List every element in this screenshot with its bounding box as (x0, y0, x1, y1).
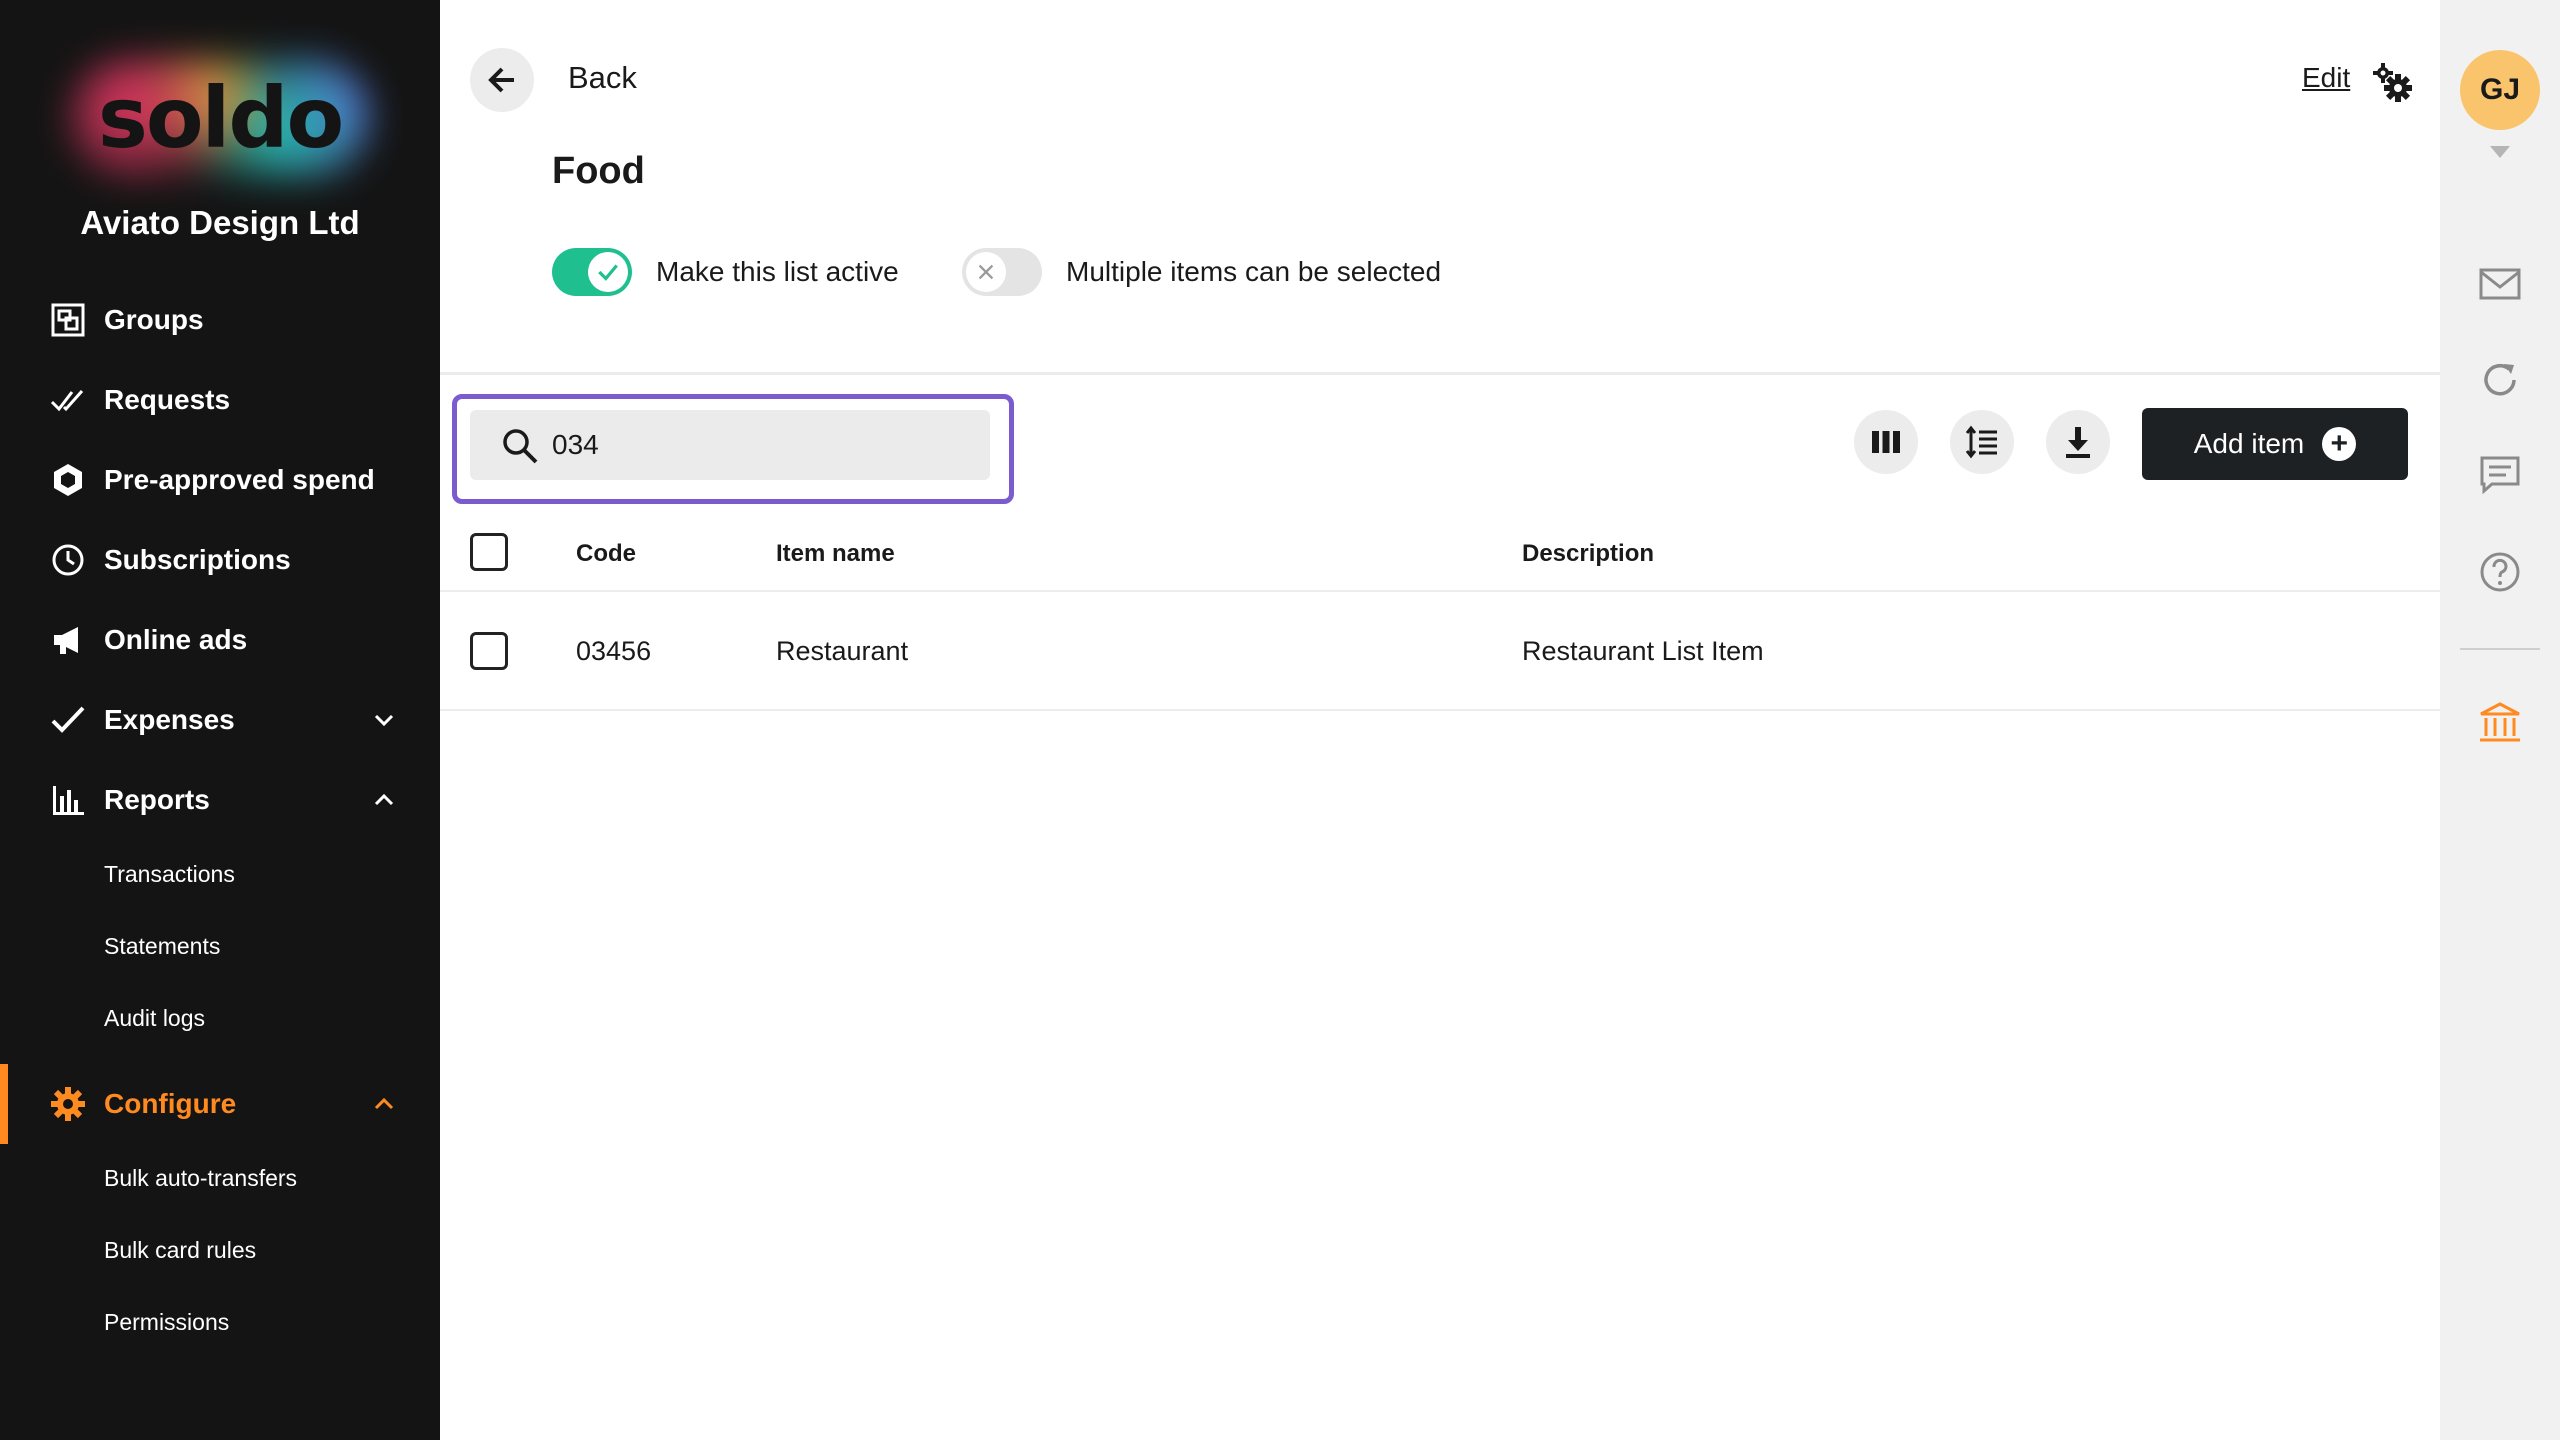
hexagon-icon (48, 460, 88, 500)
cell-description: Restaurant List Item (1522, 636, 1764, 666)
search-input[interactable] (552, 420, 972, 470)
line-spacing-icon (1965, 425, 1997, 459)
check-icon (48, 700, 88, 740)
column-header-item-name[interactable]: Item name (776, 540, 895, 568)
soldo-logo[interactable]: soldo (70, 58, 370, 178)
chevron-down-icon[interactable] (370, 706, 398, 734)
column-header-description[interactable]: Description (1522, 540, 1654, 568)
sidebar-subitem-bulk-auto-transfers[interactable]: Bulk auto-transfers (104, 1158, 297, 1198)
row-divider (440, 709, 2440, 711)
close-icon (978, 264, 994, 280)
gears-icon[interactable] (2370, 60, 2414, 104)
sidebar-subitem-statements[interactable]: Statements (104, 926, 220, 966)
clock-icon (48, 540, 88, 580)
sidebar-item-label: Configure (104, 1088, 237, 1119)
add-item-label: Add item (2193, 428, 2305, 459)
arrow-left-icon (488, 67, 514, 93)
company-name: Aviato Design Ltd (80, 204, 360, 241)
bar-chart-icon (48, 780, 88, 820)
chevron-up-icon[interactable] (370, 786, 398, 814)
sidebar-item-label: Requests (104, 384, 231, 415)
multiple-items-label: Multiple items can be selected (1066, 256, 1442, 287)
main-content: Back Edit Food Make this list active Mul… (440, 0, 2440, 1440)
header-divider (440, 590, 2440, 592)
columns-button[interactable] (1854, 410, 1918, 474)
cell-code: 03456 (576, 636, 652, 666)
sidebar-subitem-bulk-card-rules[interactable]: Bulk card rules (104, 1230, 256, 1270)
download-button[interactable] (2046, 410, 2110, 474)
sidebar-item-label: Reports (104, 784, 210, 815)
sidebar-item-label: Pre-approved spend (104, 464, 375, 495)
columns-icon (1872, 431, 1900, 453)
double-check-icon (48, 380, 88, 420)
caret-down-icon[interactable] (2490, 146, 2510, 158)
download-icon (2066, 427, 2090, 458)
right-rail: GJ (2440, 0, 2560, 1440)
sidebar-item-label: Groups (104, 304, 204, 335)
multiple-items-toggle[interactable] (962, 248, 1042, 296)
sidebar-item-pre-approved-spend[interactable]: Pre-approved spend (0, 448, 440, 512)
section-divider (440, 372, 2440, 375)
row-checkbox[interactable] (470, 632, 508, 670)
sidebar-subitem-transactions[interactable]: Transactions (104, 854, 235, 894)
sidebar: soldo Aviato Design Ltd Groups Requests … (0, 0, 440, 1440)
page-title: Food (552, 150, 645, 192)
sidebar-item-requests[interactable]: Requests (0, 368, 440, 432)
help-icon[interactable] (2476, 548, 2524, 596)
logo-text: soldo (97, 69, 344, 167)
sidebar-item-label: Online ads (104, 624, 248, 655)
refresh-icon[interactable] (2476, 356, 2524, 404)
back-label[interactable]: Back (568, 60, 637, 96)
sidebar-item-expenses[interactable]: Expenses (0, 688, 440, 752)
active-list-label: Make this list active (656, 256, 899, 287)
chat-icon[interactable] (2476, 450, 2524, 498)
sidebar-item-configure[interactable]: Configure (0, 1072, 440, 1136)
rail-divider (2460, 648, 2540, 650)
bank-icon[interactable] (2476, 700, 2524, 748)
check-icon (598, 264, 618, 281)
cell-item-name: Restaurant (776, 636, 909, 666)
search-icon (503, 429, 538, 464)
groups-icon (48, 300, 88, 340)
sidebar-item-online-ads[interactable]: Online ads (0, 608, 440, 672)
chevron-up-icon[interactable] (370, 1090, 398, 1118)
back-button[interactable] (470, 48, 534, 112)
sidebar-item-label: Subscriptions (104, 544, 291, 575)
sidebar-subitem-permissions[interactable]: Permissions (104, 1302, 229, 1342)
column-header-code[interactable]: Code (576, 540, 636, 568)
edit-link[interactable]: Edit (2302, 62, 2350, 94)
sidebar-item-groups[interactable]: Groups (0, 288, 440, 352)
mail-icon[interactable] (2476, 260, 2524, 308)
active-list-toggle[interactable] (552, 248, 632, 296)
sidebar-item-subscriptions[interactable]: Subscriptions (0, 528, 440, 592)
add-item-button[interactable]: Add item + (2142, 408, 2408, 480)
avatar[interactable]: GJ (2460, 50, 2540, 130)
row-density-button[interactable] (1950, 410, 2014, 474)
sidebar-subitem-audit-logs[interactable]: Audit logs (104, 998, 205, 1038)
sidebar-item-reports[interactable]: Reports (0, 768, 440, 832)
plus-circle-icon: + (2322, 427, 2357, 461)
select-all-checkbox[interactable] (470, 533, 508, 571)
sidebar-item-label: Expenses (104, 704, 235, 735)
megaphone-icon (48, 620, 88, 660)
gear-icon (48, 1084, 88, 1124)
